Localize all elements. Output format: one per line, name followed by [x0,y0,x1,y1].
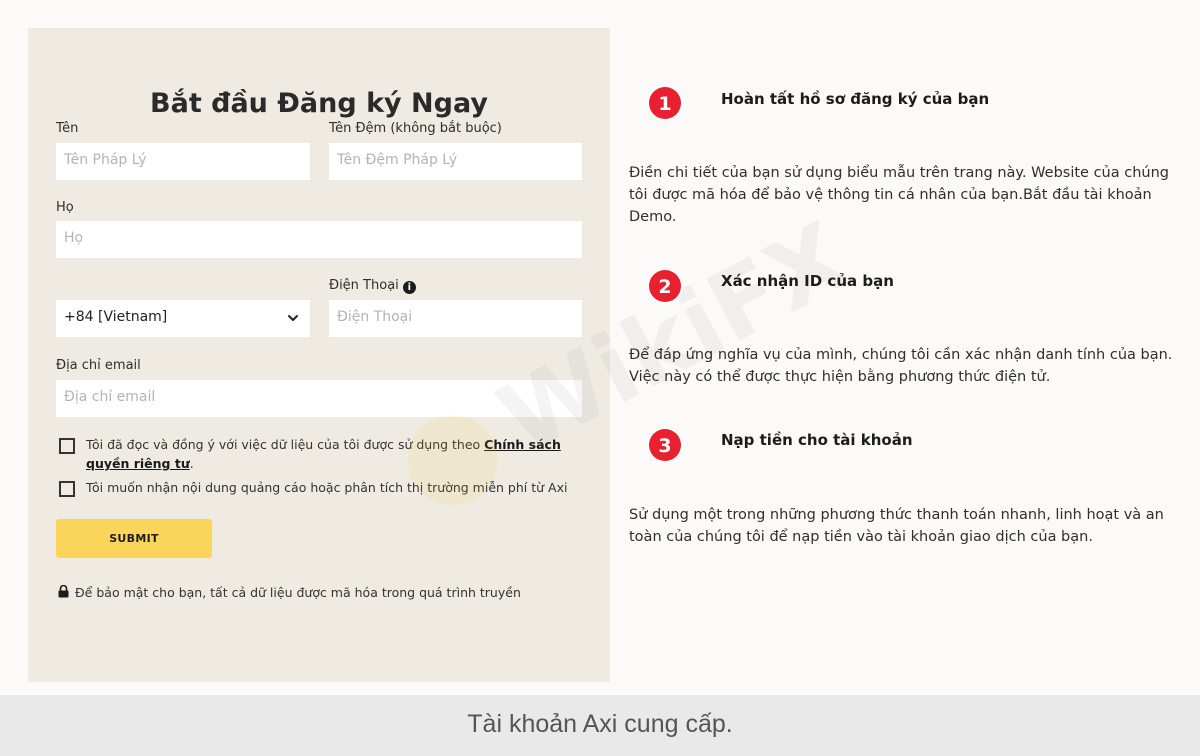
phone-label: Điện Thoại [329,278,399,293]
phone-placeholder: Điện Thoại [337,309,413,325]
privacy-consent-text: Tôi đã đọc và đồng ý với việc dữ liệu củ… [86,435,586,473]
first-name-label: Tên [56,121,79,136]
email-placeholder: Địa chỉ email [64,389,156,405]
first-name-input[interactable]: Tên Pháp Lý [56,143,310,180]
chevron-down-icon [288,315,298,321]
privacy-consent-suffix: . [189,456,194,471]
step-3-title: Nạp tiền cho tài khoản [721,431,913,449]
step-2-title: Xác nhận ID của bạn [721,272,894,290]
marketing-consent-label: Tôi muốn nhận nội dung quảng cáo hoặc ph… [86,480,568,495]
privacy-consent-checkbox[interactable] [59,438,75,454]
marketing-consent-checkbox[interactable] [59,481,75,497]
middle-name-label: Tên Đệm (không bắt buộc) [329,121,502,136]
security-note: Để bảo mật cho bạn, tất cả dữ liệu được … [58,584,521,600]
caption-text: Tài khoản Axi cung cấp. [467,710,733,738]
info-icon[interactable]: i [402,281,416,294]
step-1-description: Điền chi tiết của bạn sử dụng biểu mẫu t… [629,165,1169,225]
first-name-placeholder: Tên Pháp Lý [64,152,147,168]
phone-label-row: Điện Thoại i [329,279,416,294]
last-name-placeholder: Họ [64,230,84,246]
last-name-input[interactable]: Họ [56,221,582,258]
form-title: Bắt đầu Đăng ký Ngay [150,88,488,119]
country-code-value: +84 [Vietnam] [64,309,168,325]
privacy-consent-label: Tôi đã đọc và đồng ý với việc dữ liệu củ… [86,437,485,452]
signup-form-panel: Bắt đầu Đăng ký Ngay [28,28,610,682]
country-code-select[interactable]: +84 [Vietnam] [56,300,310,337]
step-1-badge-icon: 1 [647,85,683,121]
submit-button[interactable]: SUBMIT [56,519,212,558]
phone-input[interactable]: Điện Thoại [329,300,582,337]
step-3-description: Sử dụng một trong những phương thức than… [629,507,1164,545]
caption-bar: Tài khoản Axi cung cấp. [0,695,1200,756]
email-label: Địa chỉ email [56,358,141,373]
step-1-number: 1 [658,93,671,115]
step-3-badge-icon: 3 [647,427,683,463]
step-2-badge-icon: 2 [647,268,683,304]
middle-name-input[interactable]: Tên Đệm Pháp Lý [329,143,582,180]
step-1-title: Hoàn tất hồ sơ đăng ký của bạn [721,90,990,108]
step-2-number: 2 [658,276,671,298]
email-input[interactable]: Địa chỉ email [56,380,582,417]
last-name-label: Họ [56,200,74,215]
lock-icon [58,584,69,598]
security-note-text: Để bảo mật cho bạn, tất cả dữ liệu được … [75,585,521,600]
middle-name-placeholder: Tên Đệm Pháp Lý [337,152,458,168]
step-2-description: Để đáp ứng nghĩa vụ của mình, chúng tôi … [629,347,1173,385]
step-3-number: 3 [658,435,671,457]
